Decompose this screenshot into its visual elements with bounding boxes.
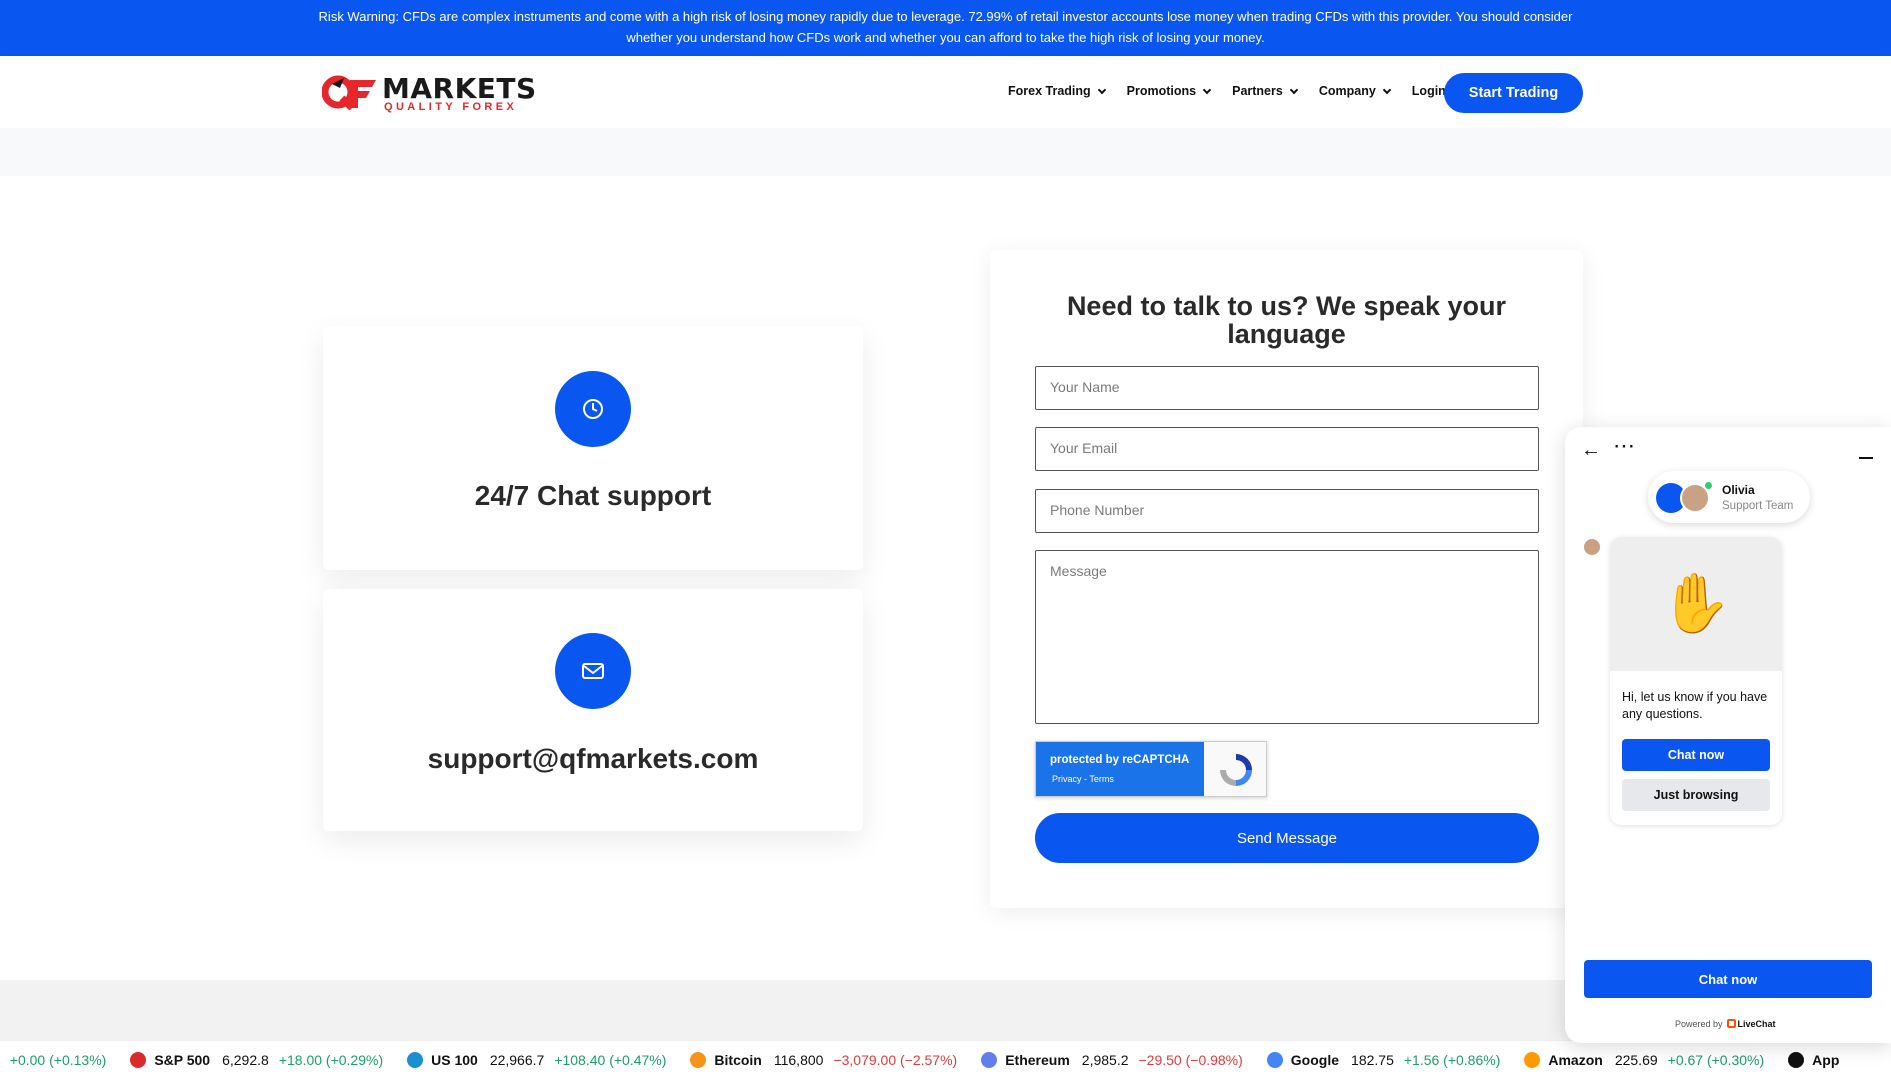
market-ticker: 3 +0.00 (+0.13%) S&P 500 6,292.8 +18.00 … [0,1040,1891,1080]
risk-warning-line-2: whether you understand how CFDs work and… [626,30,1265,45]
waving-hand-icon: ✋ [1610,537,1782,671]
ticker-name: Ethereum [1005,1052,1070,1068]
recaptcha-label-panel: protected by reCAPTCHA Privacy - Terms [1036,742,1204,796]
ticker-price: 2,985.2 [1081,1052,1129,1068]
main-menu: Forex Trading Promotions Partners Compan… [1008,84,1468,98]
ticker-name: App [1812,1052,1840,1068]
email-input[interactable]: Your Email [1035,427,1539,471]
google-icon [1266,1052,1283,1068]
ticker-item[interactable]: Google 182.75 +1.56 (+0.86%) [1266,1052,1501,1068]
ticker-price: 22,966.7 [489,1052,545,1068]
chat-message-text: Hi, let us know if you have any question… [1622,690,1768,721]
name-input[interactable]: Your Name [1035,366,1539,410]
menu-partners-label: Partners [1232,84,1283,98]
section-divider [0,128,1891,176]
chevron-down-icon [1097,85,1106,94]
chevron-down-icon [1289,85,1299,94]
start-trading-button[interactable]: Start Trading [1444,73,1583,113]
chat-now-button[interactable]: Chat now [1622,739,1770,771]
envelope-icon [582,663,604,679]
qf-markets-logo[interactable]: MARKETS QUALITY FOREX [322,72,536,113]
amazon-icon [1524,1052,1541,1068]
just-browsing-button[interactable]: Just browsing [1622,779,1770,811]
chevron-down-icon [1382,85,1392,94]
menu-company[interactable]: Company [1318,84,1392,98]
back-arrow-icon[interactable]: ← [1581,439,1601,462]
login-link[interactable]: Login [1412,84,1446,98]
email-support-card: support@qfmarkets.com [323,589,863,831]
logo-tagline: QUALITY FOREX [384,101,518,113]
ticker-item[interactable]: 3 +0.00 (+0.13%) [0,1052,107,1068]
sp500-icon [130,1052,147,1068]
ticker-name: Bitcoin [714,1052,762,1068]
recaptcha-badge[interactable]: protected by reCAPTCHA Privacy - Terms [1035,741,1267,797]
qf-logo-mark-icon [322,75,376,110]
ticker-change: +18.00 (+0.29%) [278,1052,384,1068]
ticker-row: 3 +0.00 (+0.13%) S&P 500 6,292.8 +18.00 … [0,1052,1875,1068]
top-navigation: MARKETS QUALITY FOREX Forex Trading Prom… [0,56,1891,128]
agent-card: Olivia Support Team [1648,471,1810,523]
bitcoin-icon [690,1052,707,1068]
ticker-item[interactable]: App [1788,1052,1851,1068]
menu-company-label: Company [1318,84,1376,98]
ticker-change: +1.56 (+0.86%) [1403,1052,1501,1068]
chat-support-title: 24/7 Chat support [474,480,712,511]
message-textarea[interactable]: Message [1035,550,1539,724]
menu-partners[interactable]: Partners [1232,84,1299,98]
livechat-logo-icon [1726,1019,1736,1028]
ticker-name: US 100 [431,1052,478,1068]
ticker-name: Amazon [1548,1052,1603,1068]
chat-now-bottom-button[interactable]: Chat now [1584,960,1872,998]
ticker-item[interactable]: Amazon 225.69 +0.67 (+0.30%) [1524,1052,1764,1068]
ticker-item[interactable]: Bitcoin 116,800 −3,079.00 (−2.57%) [690,1052,957,1068]
ticker-change: +0.00 (+0.13%) [9,1052,107,1068]
chat-support-card: 24/7 Chat support [323,326,863,570]
ticker-item[interactable]: S&P 500 6,292.8 +18.00 (+0.29%) [130,1052,383,1068]
livechat-brand: LiveChat [1737,1019,1776,1029]
menu-forex-trading-label: Forex Trading [1008,84,1091,98]
ticker-change: +108.40 (+0.47%) [554,1052,667,1068]
support-email-address[interactable]: support@qfmarkets.com [323,743,863,775]
phone-input[interactable]: Phone Number [1035,489,1539,533]
powered-by-label: Powered by [1675,1019,1723,1029]
ticker-change: +0.67 (+0.30%) [1667,1052,1765,1068]
ticker-item[interactable]: US 100 22,966.7 +108.40 (+0.47%) [407,1052,666,1068]
recaptcha-text: protected by reCAPTCHA [1050,754,1190,766]
agent-avatar-small [1584,539,1600,555]
menu-promotions-label: Promotions [1126,84,1197,98]
risk-warning-banner: Risk Warning: CFDs are complex instrumen… [0,0,1891,56]
more-options-icon[interactable]: ⋯ [1613,433,1636,459]
ticker-price: 116,800 [773,1052,824,1068]
online-status-dot [1704,481,1713,490]
agent-name: Olivia [1722,483,1755,497]
us100-icon [407,1052,424,1068]
agent-role: Support Team [1722,500,1794,512]
ticker-price: 182.75 [1351,1052,1394,1068]
envelope-icon-circle [555,633,631,709]
ticker-price: 225.69 [1614,1052,1658,1068]
ticker-name: S&P 500 [154,1052,211,1068]
clock-icon-circle [555,371,631,447]
recaptcha-logo-icon [1220,754,1252,786]
minimize-icon[interactable] [1859,457,1873,459]
contact-form-title: Need to talk to us? We speak your langua… [1066,291,1507,349]
send-message-button[interactable]: Send Message [1035,813,1539,863]
ethereum-icon [981,1052,998,1068]
recaptcha-links[interactable]: Privacy - Terms [1052,774,1114,784]
chat-message-bubble: ✋ Hi, let us know if you have any questi… [1610,537,1782,825]
risk-warning-line-1: Risk Warning: CFDs are complex instrumen… [318,9,1573,24]
ticker-price: 6,292.8 [222,1052,269,1068]
clock-icon [583,399,603,419]
livechat-widget: ← ⋯ Olivia Support Team ✋ Hi, let us kno… [1565,427,1891,1043]
apple-icon [1788,1052,1805,1068]
ticker-name: Google [1290,1052,1340,1068]
ticker-change: −3,079.00 (−2.57%) [833,1052,958,1068]
chevron-down-icon [1202,85,1212,94]
contact-form-card: Need to talk to us? We speak your langua… [990,250,1583,908]
powered-by[interactable]: Powered by LiveChat [1675,1019,1776,1029]
menu-promotions[interactable]: Promotions [1126,84,1212,98]
ticker-change: −29.50 (−0.98%) [1138,1052,1243,1068]
ticker-item[interactable]: Ethereum 2,985.2 −29.50 (−0.98%) [981,1052,1243,1068]
menu-forex-trading[interactable]: Forex Trading [1008,84,1106,98]
